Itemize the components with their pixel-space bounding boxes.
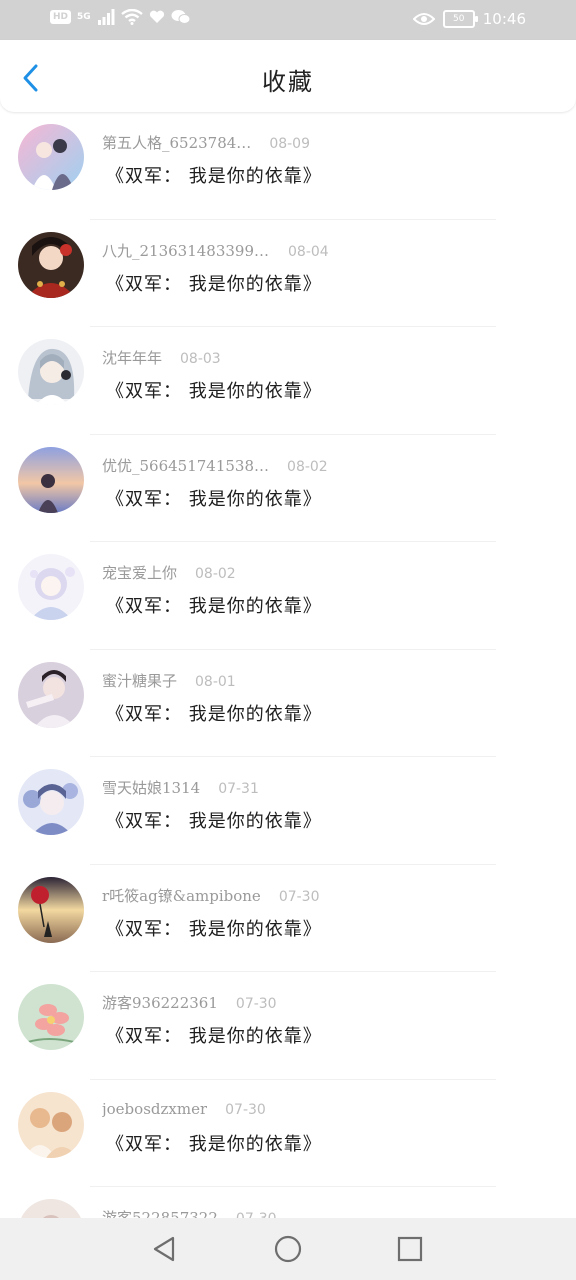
avatar[interactable] <box>18 876 84 943</box>
username: 八九_2136314833997… <box>102 241 270 260</box>
heart-icon <box>149 10 164 23</box>
hd-indicator: HD <box>50 10 72 24</box>
date: 08-04 <box>288 243 329 260</box>
username: 蜜汁糖果子 <box>102 671 178 690</box>
avatar[interactable] <box>18 769 84 835</box>
list-item[interactable]: 沈年年年 08-03 《双军： 我是你的依靠》 <box>0 327 576 435</box>
list-item[interactable]: r吒筱ag镣&ampibone 07-30 《双军： 我是你的依靠》 <box>0 865 576 972</box>
item-title: 《双军： 我是你的依靠》 <box>106 273 322 295</box>
item-title: 《双军： 我是你的依靠》 <box>106 1133 322 1155</box>
date: 07-30 <box>278 888 320 905</box>
username: r吒筱ag镣&ampibone <box>102 886 261 905</box>
list-item[interactable]: 雪天姑娘1314 07-31 《双军： 我是你的依靠》 <box>0 757 576 865</box>
username: 宠宝爱上你 <box>102 564 178 582</box>
nav-back-button[interactable] <box>149 1233 181 1265</box>
list-item[interactable]: 游客936222361 07-30 《双军： 我是你的依靠》 <box>0 972 576 1080</box>
item-meta: 雪天姑娘1314 07-31 <box>102 777 259 798</box>
item-title: 《双军： 我是你的依靠》 <box>106 1026 322 1047</box>
app-header: 收藏 <box>0 40 576 112</box>
list-item[interactable]: 第五人格_6523784… 08-09 《双军： 我是你的依靠》 <box>0 112 576 220</box>
item-meta: 第五人格_6523784… 08-09 <box>102 132 310 153</box>
avatar[interactable] <box>18 339 84 405</box>
list-item[interactable]: 蜜汁糖果子 08-01 《双军： 我是你的依靠》 <box>0 650 576 757</box>
nav-recents-button[interactable] <box>394 1233 426 1265</box>
date: 08-02 <box>195 566 236 582</box>
item-meta: 优优_566451741538… 08-02 <box>102 455 328 476</box>
username: 雪天姑娘1314 <box>102 779 201 797</box>
network-type: 5G <box>77 12 91 22</box>
item-meta: 八九_2136314833997… 08-04 <box>102 240 329 261</box>
avatar[interactable] <box>18 1091 84 1158</box>
date: 07-31 <box>218 781 259 797</box>
item-title: 《双军： 我是你的依靠》 <box>106 166 322 187</box>
item-title: 《双军： 我是你的依靠》 <box>106 918 322 940</box>
date: 08-02 <box>287 458 328 475</box>
list-item[interactable]: joebosdzxmer 07-30 《双军： 我是你的依靠》 <box>0 1080 576 1187</box>
signal-icon <box>97 9 115 25</box>
item-meta: 游客936222361 07-30 <box>102 992 277 1013</box>
date: 07-30 <box>235 996 277 1012</box>
list-item[interactable]: 宠宝爱上你 08-02 《双军： 我是你的依靠》 <box>0 542 576 650</box>
item-meta: r吒筱ag镣&ampibone 07-30 <box>102 885 320 906</box>
home-circle-icon <box>274 1235 302 1263</box>
system-nav-bar <box>0 1218 576 1280</box>
item-meta: joebosdzxmer 07-30 <box>102 1100 266 1118</box>
date: 08-09 <box>269 136 310 152</box>
item-meta: 宠宝爱上你 08-02 <box>102 562 236 583</box>
status-right: 50 10:46 <box>412 9 526 29</box>
status-left: HD 5G <box>50 9 191 25</box>
username: 沈年年年 <box>102 349 163 367</box>
clock: 10:46 <box>482 10 526 28</box>
item-meta: 蜜汁糖果子 08-01 <box>102 670 236 691</box>
username: 优优_566451741538… <box>102 456 270 475</box>
date: 08-03 <box>180 351 221 367</box>
status-bar: HD 5G 50 10:46 <box>0 0 576 40</box>
avatar[interactable] <box>18 661 84 728</box>
back-triangle-icon <box>153 1236 175 1262</box>
username: joebosdzxmer <box>102 1099 208 1118</box>
page-title: 收藏 <box>262 68 314 96</box>
username: 第五人格_6523784… <box>102 134 252 152</box>
avatar[interactable] <box>18 984 84 1050</box>
wifi-icon <box>120 9 143 25</box>
item-title: 《双军： 我是你的依靠》 <box>106 381 322 402</box>
date: 07-30 <box>236 1211 277 1218</box>
item-title: 《双军： 我是你的依靠》 <box>106 703 322 725</box>
nav-home-button[interactable] <box>272 1233 304 1265</box>
list-item[interactable]: 游客522857322 07-30 <box>0 1187 576 1218</box>
avatar[interactable] <box>18 554 84 620</box>
item-title: 《双军： 我是你的依靠》 <box>106 596 322 617</box>
item-title: 《双军： 我是你的依靠》 <box>106 811 322 832</box>
wechat-icon <box>171 10 191 24</box>
avatar[interactable] <box>18 1199 84 1218</box>
avatar[interactable] <box>18 231 84 298</box>
recents-square-icon <box>397 1236 423 1262</box>
avatar[interactable] <box>18 446 84 513</box>
avatar[interactable] <box>18 124 84 190</box>
username: 游客522857322 <box>102 1209 218 1218</box>
list-item[interactable]: 八九_2136314833997… 08-04 《双军： 我是你的依靠》 <box>0 220 576 327</box>
item-meta: 沈年年年 08-03 <box>102 347 221 368</box>
list-item[interactable]: 优优_566451741538… 08-02 《双军： 我是你的依靠》 <box>0 435 576 542</box>
battery-icon: 50 <box>442 10 478 28</box>
date: 07-30 <box>225 1101 266 1118</box>
item-title: 《双军： 我是你的依靠》 <box>106 488 322 510</box>
item-meta: 游客522857322 07-30 <box>102 1207 277 1218</box>
username: 游客936222361 <box>102 994 218 1012</box>
date: 08-01 <box>195 673 236 690</box>
favorites-list[interactable]: 第五人格_6523784… 08-09 《双军： 我是你的依靠》 八九_2136… <box>0 112 576 1218</box>
eye-icon <box>412 13 435 25</box>
